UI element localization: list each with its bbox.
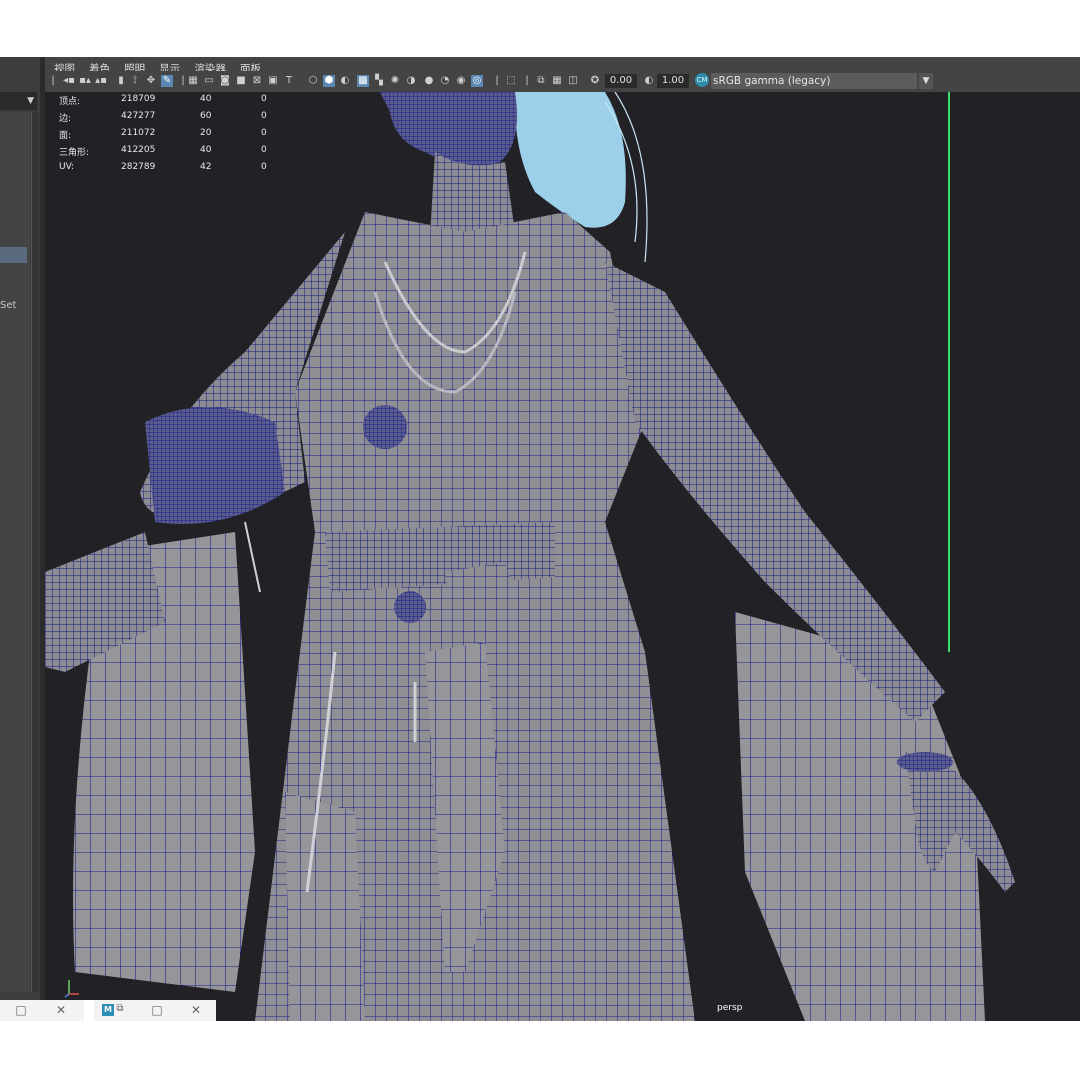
outliner-scrollbar[interactable] [31,112,39,992]
field-chart-icon[interactable]: ⊠ [251,75,263,87]
checker-icon[interactable]: ▚ [373,75,385,87]
taskbar: □ ✕ M ⧉ □ ✕ [0,1000,216,1021]
hud-selected: 40 [200,145,212,155]
camera-attr-icon[interactable]: ▪▴ [79,75,91,87]
restore-icon[interactable]: ⧉ [113,1003,127,1014]
exposure-field[interactable]: 0.00 [605,74,637,88]
textured-icon[interactable]: ▩ [357,75,369,87]
necklace-pendant [363,405,407,449]
bracelet [897,752,953,772]
hud-selected: 60 [200,111,212,121]
screen-space-ao-icon[interactable]: ● [423,75,435,87]
view-transform-label: sRGB gamma (legacy) [713,75,831,87]
light-icon[interactable]: ✺ [389,75,401,87]
gate-mask-icon[interactable]: ■ [235,75,247,87]
hud-label: 顶点: [59,97,81,107]
view-transform-dropdown[interactable]: sRGB gamma (legacy) ▼ [711,73,933,89]
outliner-selected-row[interactable] [0,247,27,263]
wireframe-on-shaded-icon[interactable]: ◐ [339,75,351,87]
hud-label: UV: [59,162,75,172]
wireframe-icon[interactable]: ⬡ [307,75,319,87]
outliner-set-label[interactable]: Set [0,300,16,311]
xray-joints-icon[interactable]: ⧉ [535,75,547,87]
left-sleeve-cuff [145,407,285,524]
shaded-icon[interactable]: ⬢ [323,75,335,87]
separator-icon: | [51,75,55,86]
outliner-panel: ▼ Set [0,57,40,1000]
film-gate-icon[interactable]: ▭ [203,75,215,87]
wireframe-model-render [45,92,1015,1021]
exposure-icon[interactable]: ✪ [589,75,601,87]
xray-active-icon[interactable]: ▦ [551,75,563,87]
outliner-list [0,112,30,992]
hud-total: 412205 [121,145,156,155]
color-management-icon[interactable]: CM [695,73,709,87]
camera-lock-icon[interactable]: ▴▪ [95,75,107,87]
hud-selected: 20 [200,128,212,138]
safe-action-icon[interactable]: ▣ [267,75,279,87]
grid-icon[interactable]: ▦ [187,75,199,87]
shadows-icon[interactable]: ◑ [405,75,417,87]
close-icon[interactable]: ✕ [189,1003,203,1017]
separator-icon: | [525,75,529,86]
hud-selected: 40 [200,94,212,104]
belt-buckle [394,591,426,623]
front-panel [285,792,365,1021]
hud-total: 218709 [121,94,156,104]
hud-total: 427277 [121,111,156,121]
image-plane-icon[interactable]: ⟟ [129,75,141,87]
panel-toolbar: | ◂▪ ▪▴ ▴▪ ▮ ⟟ ✥ ✎ | ▦ ▭ ◙ ■ ⊠ ▣ T ⬡ ⬢ ◐… [45,71,1080,93]
bookmark-icon[interactable]: ▮ [115,75,127,87]
separator-icon: | [495,75,499,86]
hud-extra: 0 [261,128,267,138]
grease-pencil-icon[interactable]: ✎ [161,75,173,87]
view-axis-icon [64,980,79,998]
hud-label: 面: [59,131,72,141]
resolution-gate-icon[interactable]: ◙ [219,75,231,87]
2d-pan-zoom-icon[interactable]: ✥ [145,75,157,87]
close-icon[interactable]: ✕ [54,1003,68,1017]
isolate-select-icon[interactable]: ◎ [471,75,483,87]
hair-mesh [514,92,626,228]
xray-icon[interactable]: ⬚ [505,75,517,87]
camera-name-label: persp [717,1003,743,1013]
gamma-field[interactable]: 1.00 [657,74,689,88]
backface-culling-icon[interactable]: ◫ [567,75,579,87]
hud-extra: 0 [261,162,267,172]
perspective-viewport[interactable]: 顶点: 218709 40 0 边: 427277 60 0 面: 211072… [45,92,1080,1021]
maximize-icon[interactable]: □ [14,1003,28,1017]
maximize-icon[interactable]: □ [150,1003,164,1017]
sleeve-tassel [244,521,261,593]
gamma-icon[interactable]: ◐ [643,75,655,87]
multisample-aa-icon[interactable]: ◉ [455,75,467,87]
motion-blur-icon[interactable]: ◔ [439,75,451,87]
hud-label: 三角形: [59,148,90,158]
hud-total: 282789 [121,162,156,172]
maya-window: ▼ Set 视图 着色 照明 显示 渲染器 面板 | ◂▪ ▪▴ ▴▪ ▮ ⟟ … [0,57,1080,1021]
hud-selected: 42 [200,162,212,172]
hud-extra: 0 [261,94,267,104]
hud-total: 211072 [121,128,156,138]
chevron-down-icon[interactable]: ▼ [919,73,933,89]
hud-label: 边: [59,114,72,124]
safe-title-icon[interactable]: T [283,75,295,87]
outliner-dropdown[interactable]: ▼ [0,92,37,110]
hud-extra: 0 [261,145,267,155]
hud-extra: 0 [261,111,267,121]
camera-icon[interactable]: ◂▪ [63,75,75,87]
chevron-down-icon: ▼ [27,96,34,106]
panel-menubar: 视图 着色 照明 显示 渲染器 面板 [45,57,1080,75]
head-mesh [380,92,518,169]
